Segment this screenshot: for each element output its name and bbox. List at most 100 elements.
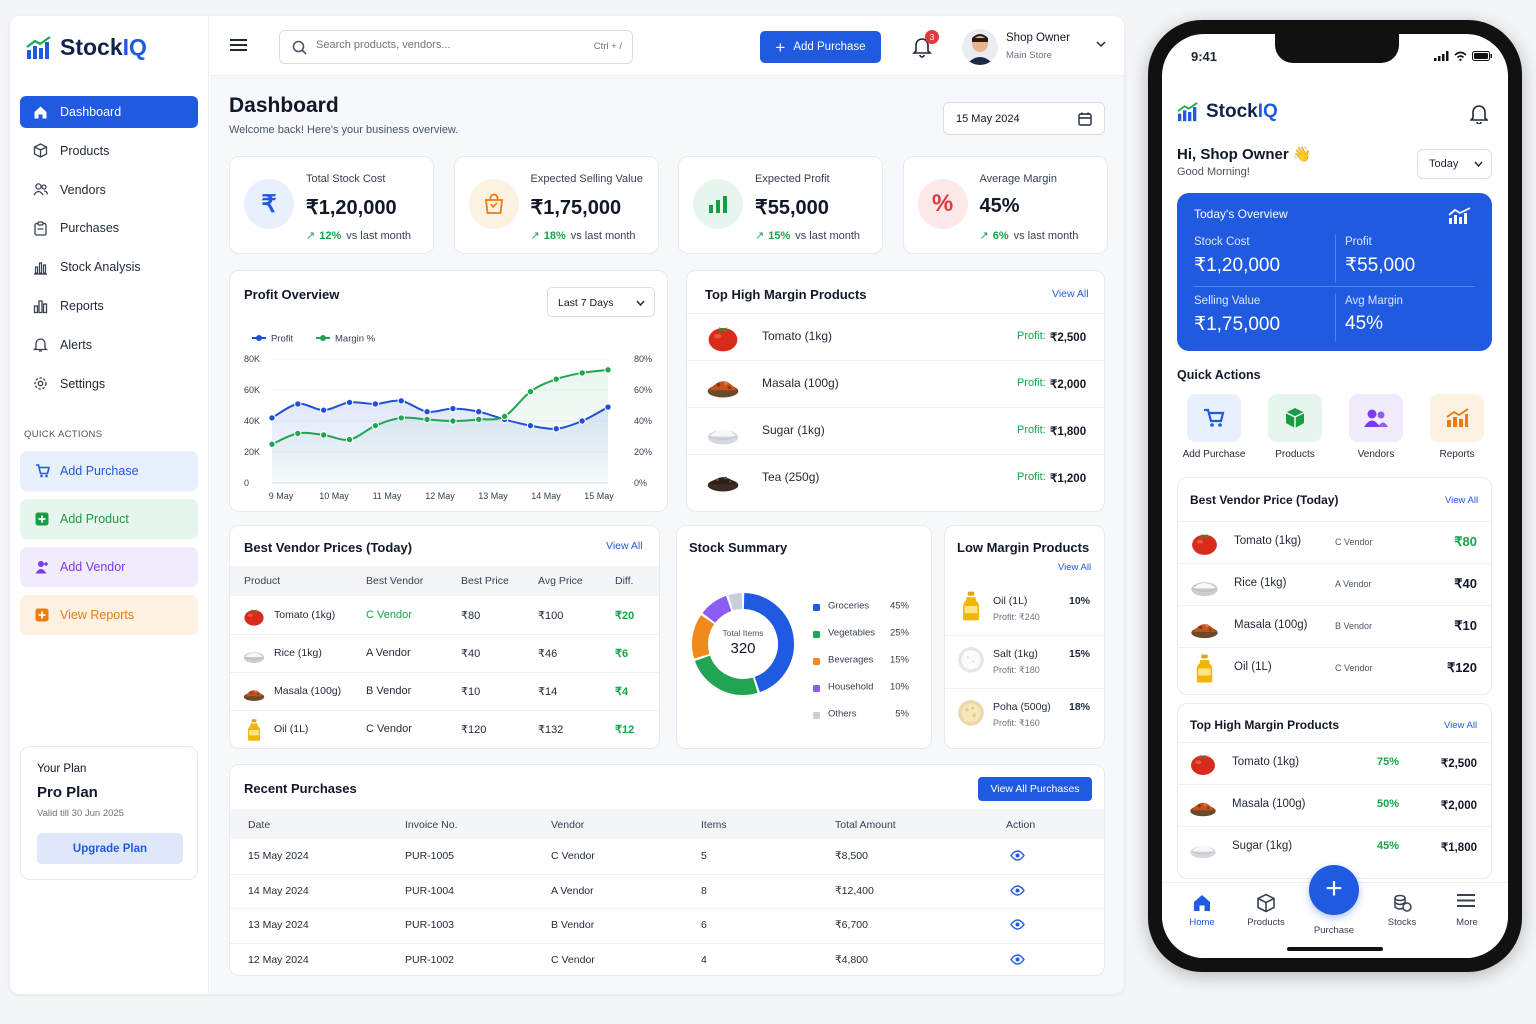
search-input[interactable] [316,39,556,51]
top-bar: Ctrl + / + Add Purchase 3 Shop Owner Mai… [210,16,1124,76]
brand-logo[interactable]: StockIQ [26,34,147,61]
eye-icon[interactable] [1010,953,1025,965]
box-icon [1268,394,1322,442]
eye-icon[interactable] [1010,850,1025,861]
mobile-brand-logo[interactable]: StockIQ [1177,101,1278,123]
table-row[interactable]: 13 May 2024 PUR-1003 B Vendor 6 ₹6,700 [230,908,1104,942]
sidebar-item-stock-analysis[interactable]: Stock Analysis [20,251,198,283]
view-all-link[interactable]: View All [1445,495,1478,506]
tab-home[interactable]: Home [1172,891,1232,935]
list-item[interactable]: Sugar (1kg) Profit: ₹1,800 [687,407,1104,454]
purchase-amount: ₹4,800 [835,953,868,966]
search-box[interactable]: Ctrl + / [279,30,633,64]
tab-more[interactable]: More [1437,891,1497,935]
purchase-amount: ₹12,400 [835,884,874,897]
quick-action-label: Products [1275,449,1315,460]
list-item[interactable]: Tea (250g) Profit: ₹1,200 [687,454,1104,501]
sidebar-item-vendors[interactable]: Vendors [20,174,198,206]
purchase-date: 14 May 2024 [248,884,309,897]
quick-action-add-product-button[interactable]: Add Product [20,499,198,539]
avatar[interactable] [962,29,998,65]
list-item[interactable]: Tomato (1kg) C Vendor ₹80 [1178,521,1491,563]
list-item[interactable]: Rice (1kg) A Vendor ₹40 [1178,563,1491,605]
list-item[interactable]: Poha (500g) Profit: ₹160 18% [945,688,1104,741]
eye-icon[interactable] [1010,884,1025,896]
view-all-link[interactable]: View All [1052,288,1089,300]
list-item[interactable]: Sugar (1kg) 45% ₹1,800 [1178,826,1491,868]
kpi-value: ₹55,000 [755,197,829,219]
column-header: Best Price [461,575,509,587]
mobile-quick-vendors-button[interactable]: Vendors [1339,394,1413,464]
bell-icon[interactable] [1470,104,1488,124]
list-item[interactable]: Masala (100g) Profit: ₹2,000 [687,360,1104,407]
chevron-down-icon[interactable] [1096,40,1106,48]
y-left-tick: 0 [244,478,249,488]
plan-valid: Valid till 30 Jun 2025 [37,808,124,819]
sidebar-item-label: Purchases [60,221,120,236]
data-point [371,400,380,408]
table-row[interactable]: 12 May 2024 PUR-1002 C Vendor 4 ₹4,800 [230,943,1104,977]
sidebar-item-purchases[interactable]: Purchases [20,212,198,244]
vendor-name: C Vendor [366,609,412,621]
table-header [230,566,659,596]
table-row[interactable]: Rice (1kg) A Vendor ₹40 ₹46 ₹6 [230,634,659,672]
table-row[interactable]: Oil (1L) C Vendor ₹120 ₹132 ₹12 [230,710,659,748]
notification-bell[interactable]: 3 [912,30,939,58]
view-all-purchases-button[interactable]: View All Purchases [978,777,1092,801]
list-item[interactable]: Oil (1L) Profit: ₹240 10% [945,582,1104,635]
quick-action-view-reports-button[interactable]: View Reports [20,595,198,635]
view-all-link[interactable]: View All [1444,720,1477,731]
tab-products[interactable]: Products [1236,891,1296,935]
sidebar-item-products[interactable]: Products [20,135,198,167]
best-price: ₹10 [461,686,481,698]
quick-action-add-purchase-button[interactable]: Add Purchase [20,451,198,491]
tab-stocks[interactable]: Stocks [1372,891,1432,935]
sidebar-item-reports[interactable]: Reports [20,290,198,322]
bar-chart-icon [693,179,743,229]
table-row[interactable]: 15 May 2024 PUR-1005 C Vendor 5 ₹8,500 [230,839,1104,873]
list-item[interactable]: Tomato (1kg) Profit: ₹2,500 [687,313,1104,360]
product-name: Masala (100g) [1232,798,1306,810]
mobile-quick-products-button[interactable]: Products [1258,394,1332,464]
data-point [294,400,302,408]
sidebar-item-alerts[interactable]: Alerts [20,329,198,361]
view-all-link[interactable]: View All [606,540,643,552]
mobile-quick-reports-button[interactable]: Reports [1420,394,1494,464]
list-item[interactable]: Oil (1L) C Vendor ₹120 [1178,647,1491,689]
add-purchase-button[interactable]: + Add Purchase [760,31,881,63]
list-item[interactable]: Salt (1kg) Profit: ₹180 15% [945,635,1104,688]
upgrade-plan-button[interactable]: Upgrade Plan [37,833,183,864]
quick-action-add-vendor-button[interactable]: Add Vendor [20,547,198,587]
sidebar-item-dashboard[interactable]: Dashboard [20,96,198,128]
hamburger-menu-icon[interactable] [230,37,248,53]
legend-value: 5% [895,709,909,720]
purchase-vendor: C Vendor [551,850,595,862]
mobile-range-select[interactable]: Today [1417,149,1492,179]
kpi-label: Total Stock Cost [306,173,386,185]
purchase-date: 15 May 2024 [248,850,309,862]
sidebar-item-label: Vendors [60,182,106,197]
date-picker[interactable]: 15 May 2024 [943,102,1105,135]
data-point [475,408,483,416]
view-all-link[interactable]: View All [1058,562,1091,573]
eye-icon[interactable] [1010,919,1025,930]
page-title: Dashboard [229,94,339,117]
list-item[interactable]: Masala (100g) 50% ₹2,000 [1178,784,1491,826]
purchase-fab-button[interactable]: + [1309,865,1359,915]
column-header: Diff. [615,575,634,587]
list-item[interactable]: Tomato (1kg) 75% ₹2,500 [1178,742,1491,784]
sidebar-item-settings[interactable]: Settings [20,368,198,400]
kpi-label: Expected Profit [755,173,830,185]
table-row[interactable]: Tomato (1kg) C Vendor ₹80 ₹100 ₹20 [230,596,659,634]
chevron-down-icon [636,300,645,307]
tomato-image [705,319,741,355]
data-point [423,415,431,424]
price-diff: ₹4 [615,686,629,698]
analysis-icon [32,259,48,275]
kpi-card-expected-selling-value: Expected Selling Value ₹1,75,000 ↗ 18% vs la… [453,156,659,254]
table-row[interactable]: 14 May 2024 PUR-1004 A Vendor 8 ₹12,400 [230,874,1104,908]
table-row[interactable]: Masala (100g) B Vendor ₹10 ₹14 ₹4 [230,672,659,710]
mobile-quick-add-purchase-button[interactable]: Add Purchase [1177,394,1251,464]
list-item[interactable]: Masala (100g) B Vendor ₹10 [1178,605,1491,647]
range-value: Today [1429,158,1459,170]
